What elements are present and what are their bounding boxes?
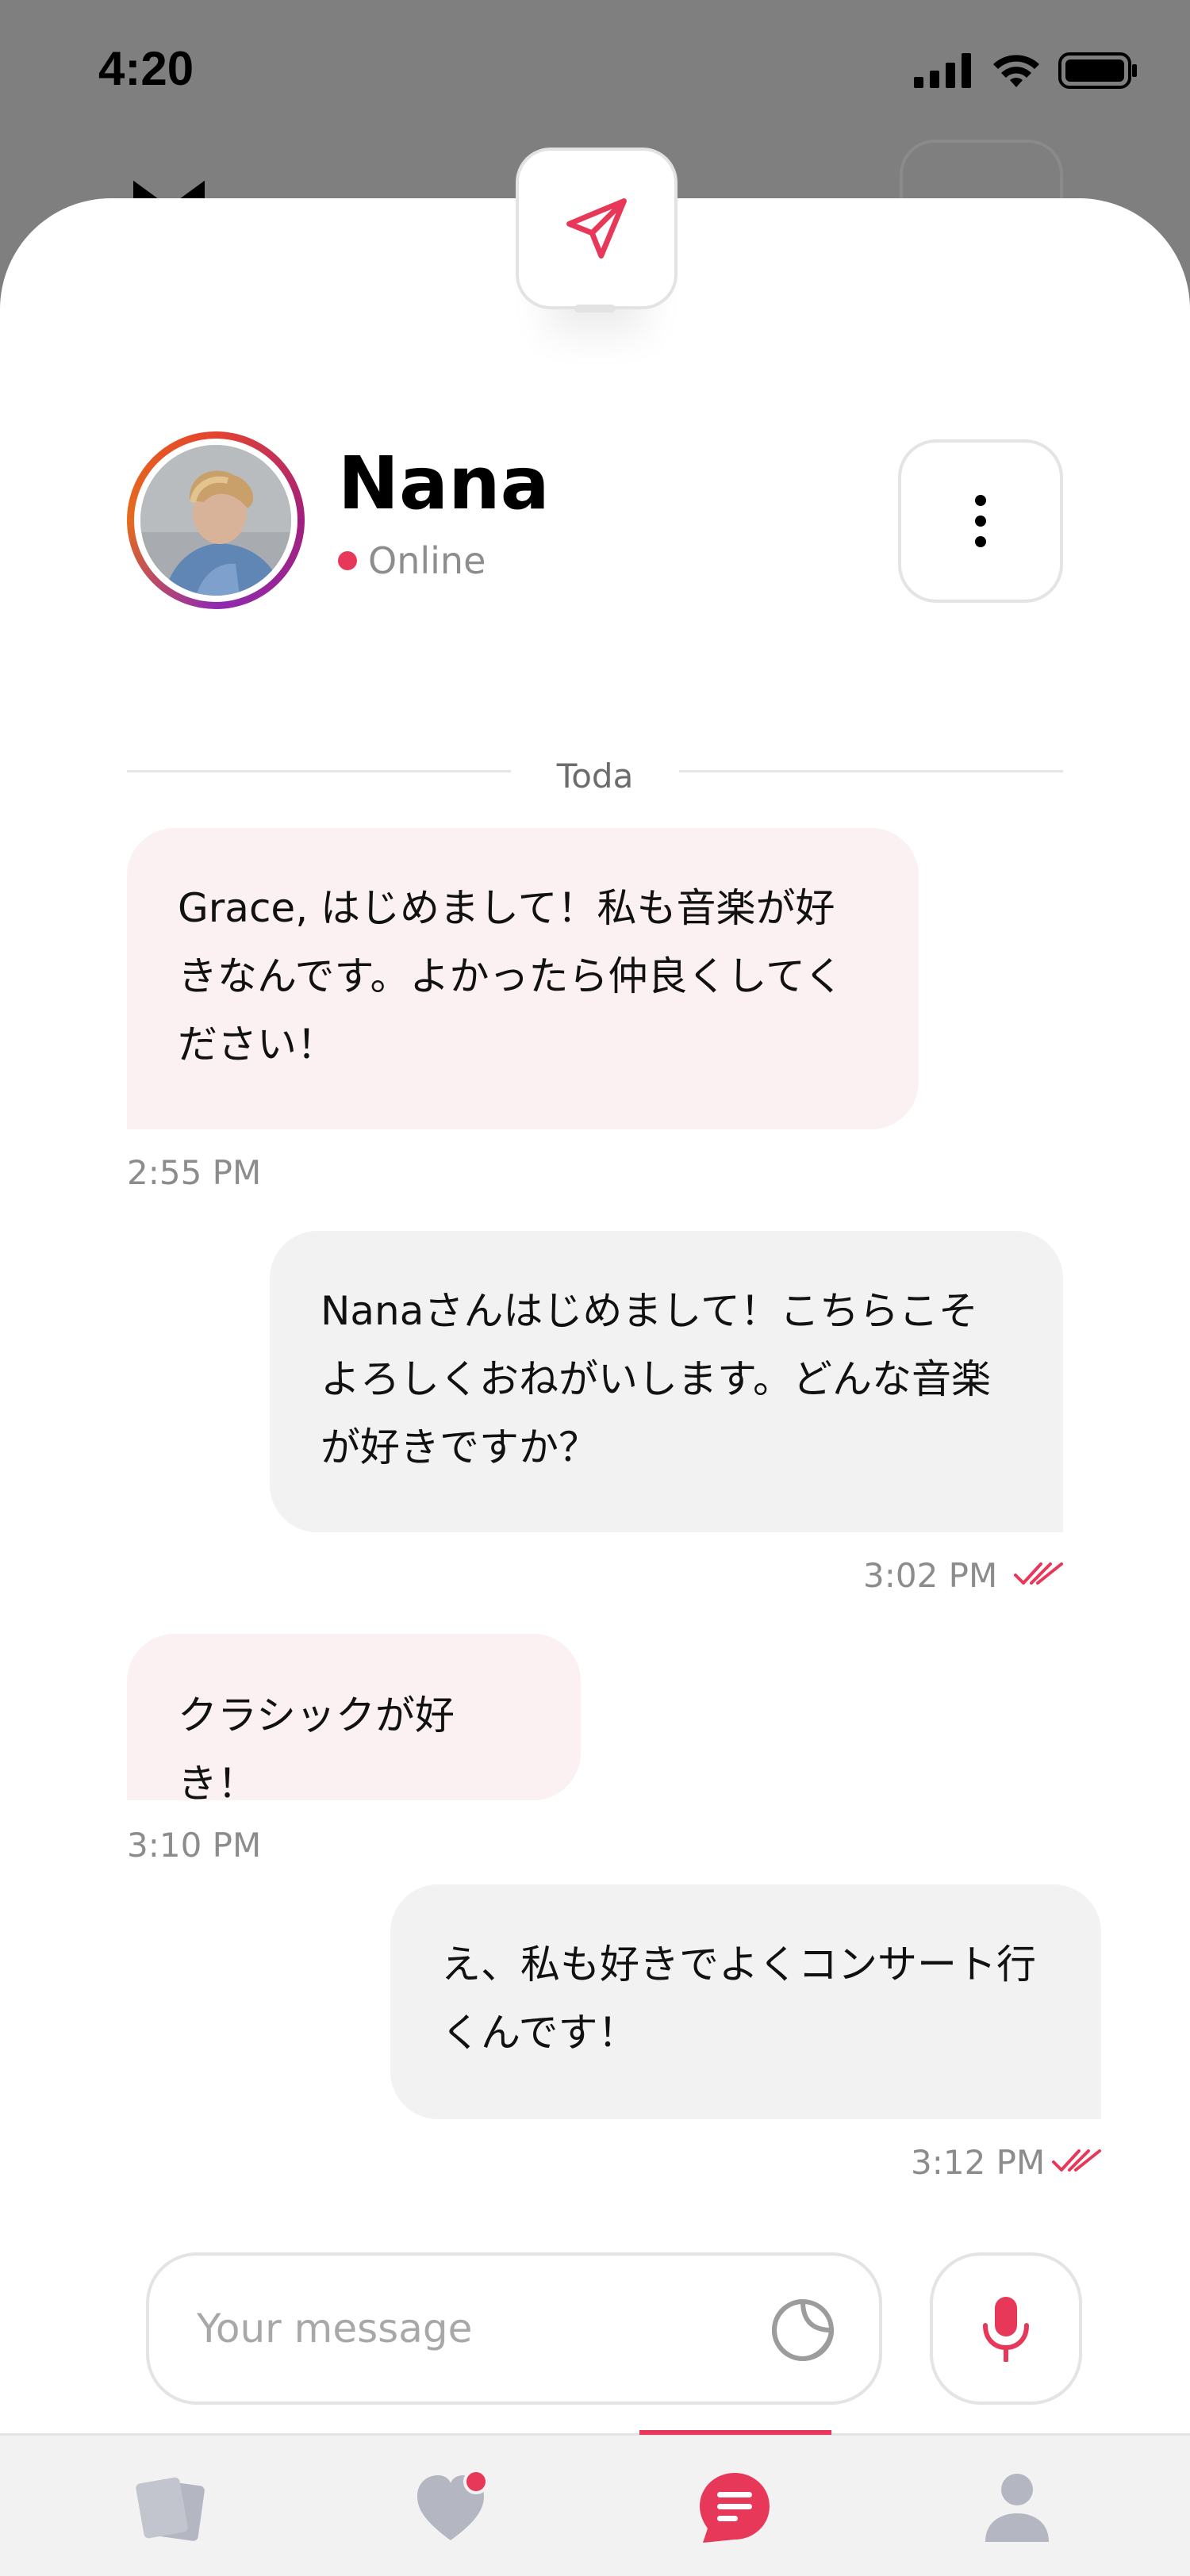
divider-line-left — [127, 770, 511, 772]
avatar-photo — [140, 445, 291, 596]
send-notch-button[interactable] — [516, 148, 678, 309]
message-bubble-incoming[interactable]: クラシックが好き！ — [127, 1634, 581, 1807]
sheet-handle[interactable] — [574, 305, 616, 312]
message-time: 3:12 PM — [911, 2143, 1046, 2182]
voice-message-button[interactable] — [930, 2252, 1082, 2405]
avatar[interactable] — [127, 431, 305, 609]
battery-icon — [1058, 52, 1137, 89]
send-icon — [566, 198, 627, 259]
message-composer — [146, 2252, 882, 2405]
message-time: 3:02 PM — [863, 1556, 998, 1595]
message-text: クラシックが好き！ — [178, 1692, 455, 1807]
more-dot — [975, 536, 986, 547]
online-label: Online — [368, 539, 486, 582]
online-status: Online — [338, 539, 486, 582]
status-time: 4:20 — [98, 42, 194, 95]
contact-name: Nana — [338, 441, 550, 526]
more-dot — [975, 495, 986, 506]
sticker-icon[interactable] — [770, 2297, 836, 2363]
message-input[interactable] — [197, 2295, 720, 2362]
divider-line-right — [679, 770, 1063, 772]
read-receipt-icon — [1014, 1562, 1063, 1585]
wifi-icon — [993, 55, 1039, 87]
more-options-button[interactable] — [898, 439, 1063, 603]
message-bubble-outgoing[interactable]: え、私も好きでよくコンサート行くんです！ — [390, 1884, 1101, 2119]
chat-icon — [700, 2473, 770, 2543]
message-text: Nanaさんはじめまして！こちらこそよろしくおねがいします。どんな音楽が好きです… — [321, 1288, 991, 1470]
message-text: Grace, はじめまして！私も音楽が好きなんです。よかったら仲良くしてください… — [178, 885, 844, 1068]
message-bubble-incoming[interactable]: Grace, はじめまして！私も音楽が好きなんです。よかったら仲良くしてください… — [127, 828, 919, 1129]
more-dot — [975, 516, 986, 527]
microphone-icon — [983, 2297, 1029, 2362]
person-icon — [985, 2474, 1049, 2542]
tab-cards[interactable] — [132, 2468, 211, 2547]
message-time: 3:10 PM — [127, 1826, 262, 1865]
message-time: 2:55 PM — [127, 1153, 262, 1192]
tab-profile[interactable] — [977, 2468, 1057, 2547]
online-dot — [338, 551, 357, 570]
signal-icon — [914, 53, 971, 88]
message-text: え、私も好きでよくコンサート行くんです！ — [441, 1942, 1036, 2056]
tab-messages[interactable] — [695, 2468, 774, 2547]
status-icons — [914, 52, 1138, 89]
active-tab-indicator — [639, 2430, 831, 2435]
heart-icon — [417, 2472, 489, 2540]
cards-icon — [136, 2477, 205, 2541]
message-bubble-outgoing[interactable]: Nanaさんはじめまして！こちらこそよろしくおねがいします。どんな音楽が好きです… — [270, 1231, 1063, 1532]
tab-likes[interactable] — [413, 2468, 492, 2547]
read-receipt-icon — [1052, 2149, 1101, 2172]
